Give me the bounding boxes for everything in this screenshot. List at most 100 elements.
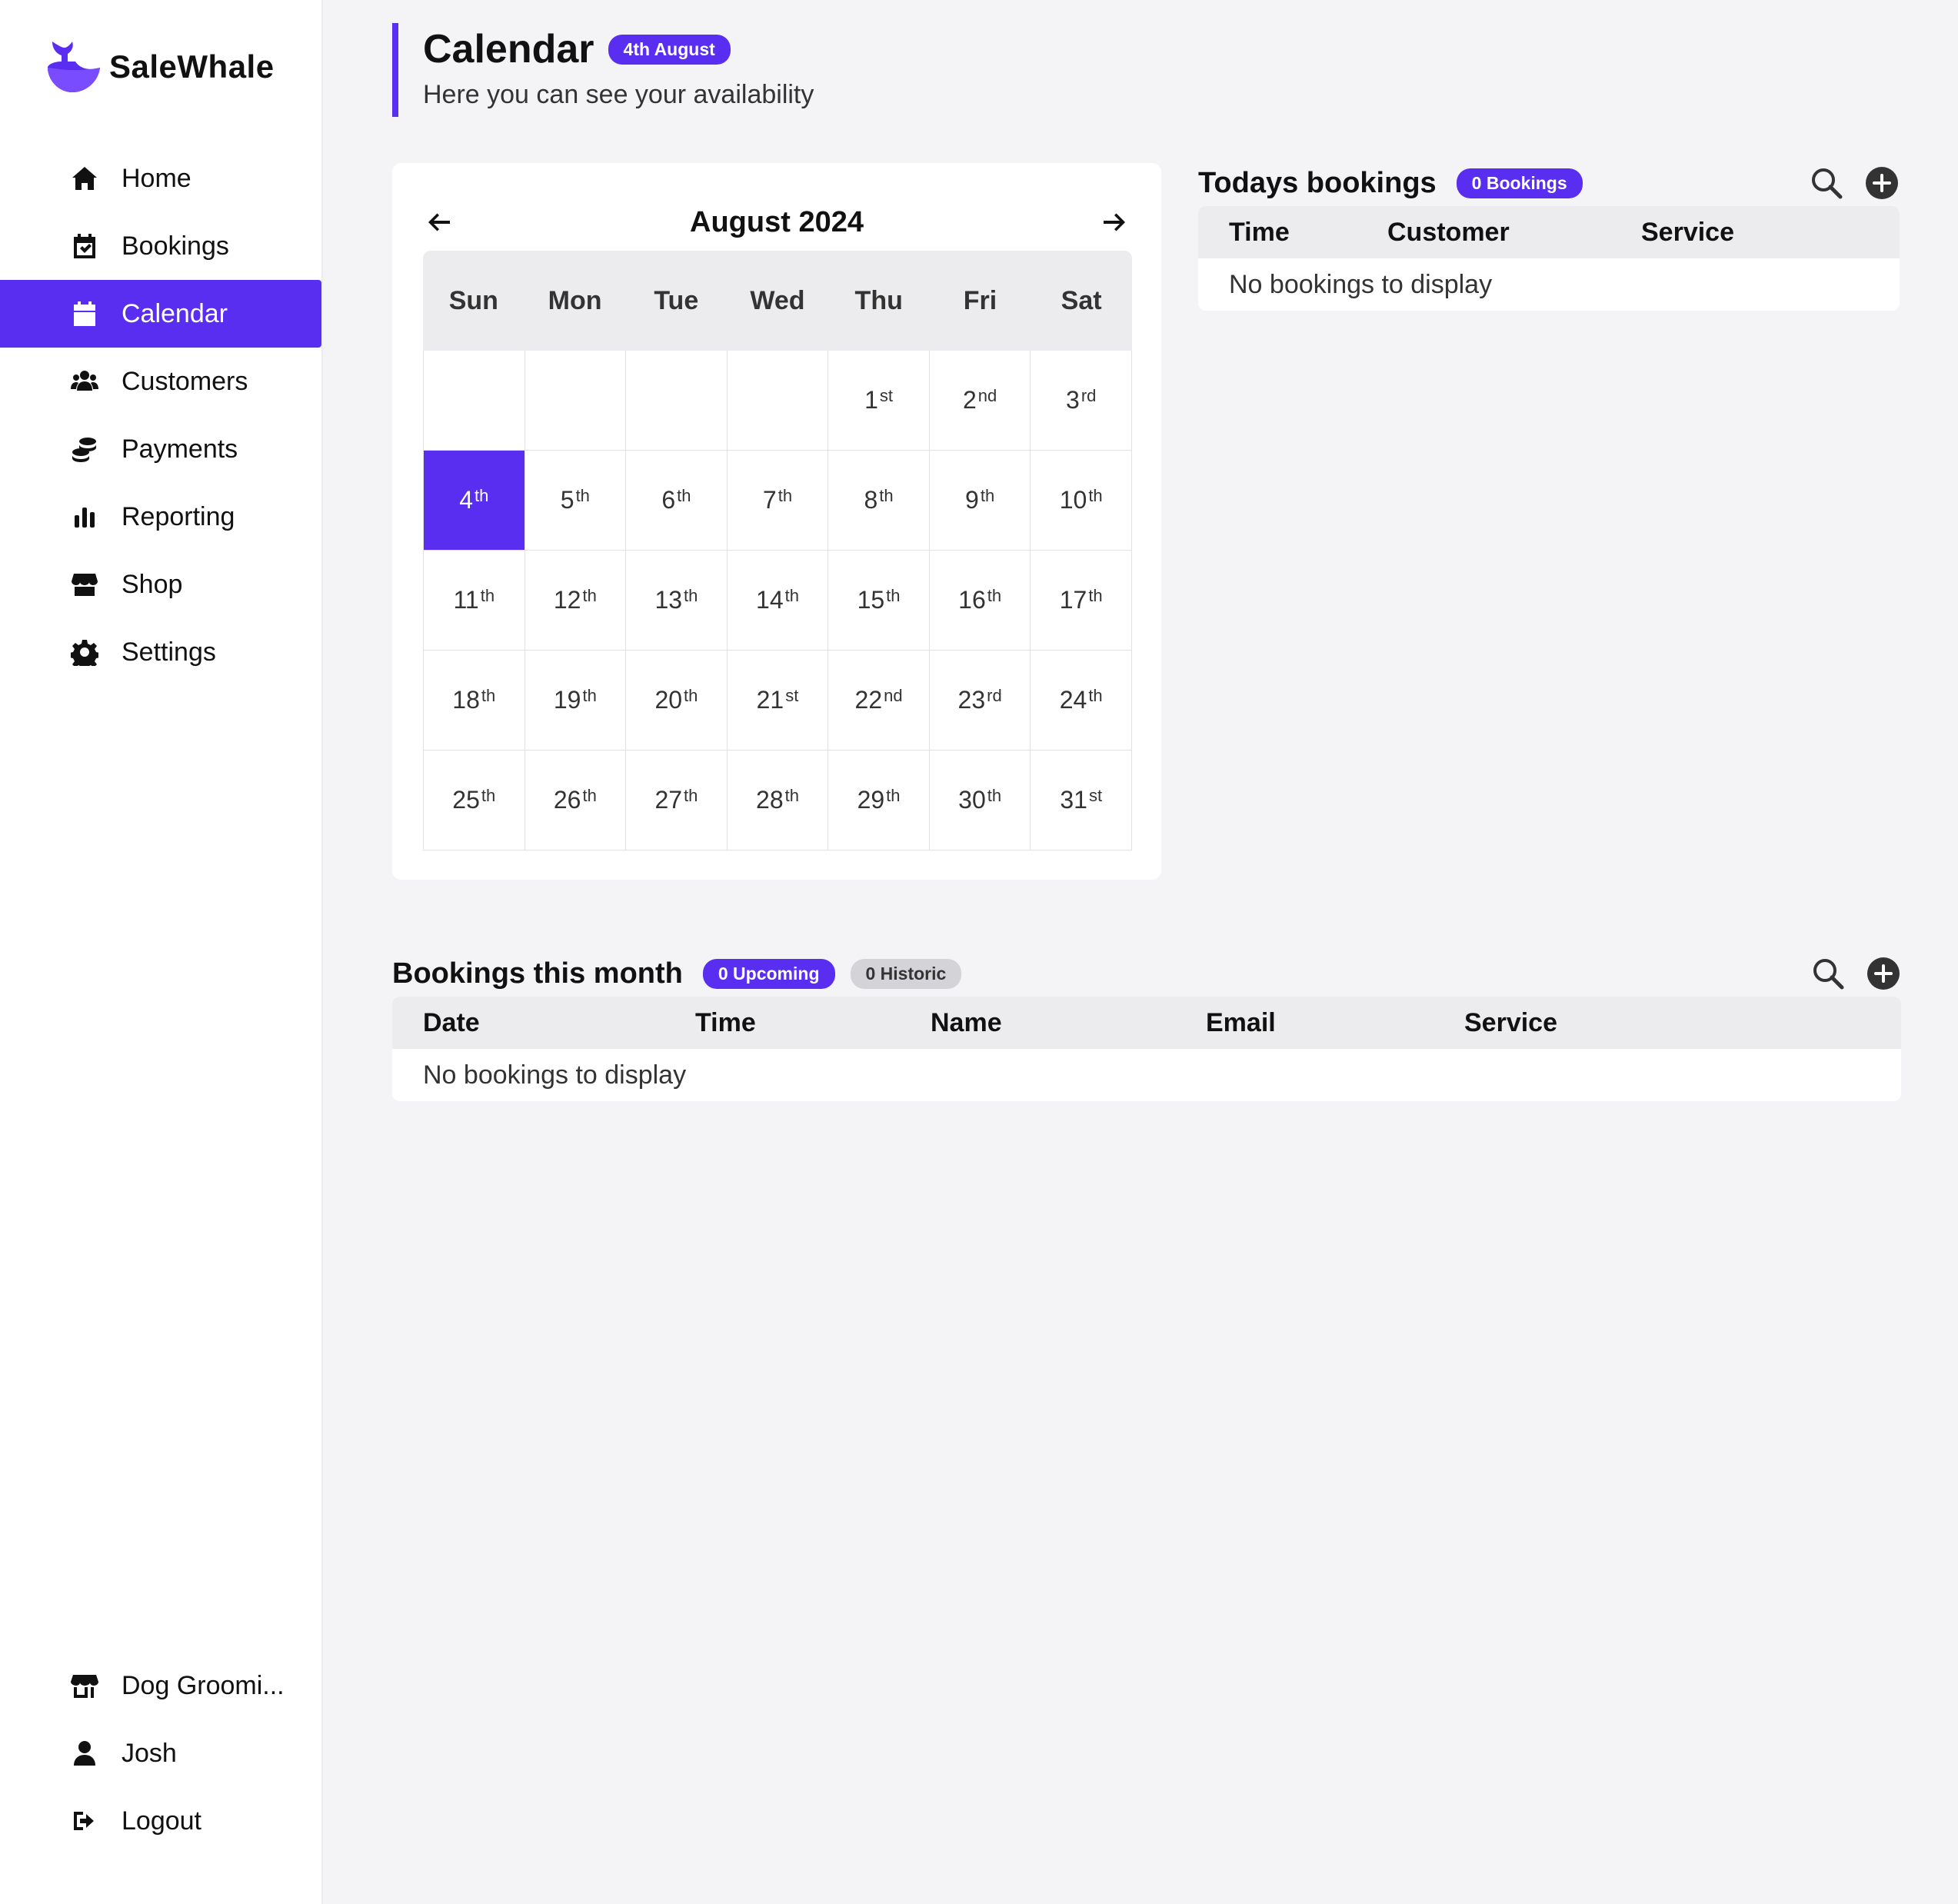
calendar-day[interactable]: 28th [727, 751, 829, 850]
calendar-day[interactable]: 30th [929, 751, 1031, 850]
calendar-day[interactable]: 5th [524, 451, 627, 551]
day-number: 12 [553, 586, 581, 614]
search-button[interactable] [1810, 956, 1846, 991]
search-button[interactable] [1809, 165, 1844, 201]
sidebar-item-shop[interactable]: Shop [0, 551, 321, 618]
day-number: 27 [654, 786, 683, 814]
column-header[interactable]: Customer [1387, 206, 1510, 258]
sidebar-item-label: Shop [122, 569, 183, 599]
bookings-count-badge: 0 Bookings [1456, 168, 1583, 198]
historic-badge[interactable]: 0 Historic [850, 958, 962, 989]
sidebar-item-bookings[interactable]: Bookings [0, 212, 321, 280]
upcoming-badge[interactable]: 0 Upcoming [702, 958, 835, 989]
sidebar-item-logout[interactable]: Logout [0, 1787, 321, 1855]
brand[interactable]: SaleWhale [45, 38, 275, 95]
calendar-day[interactable]: 19th [524, 651, 627, 751]
section-actions [1809, 165, 1900, 201]
calendar-day[interactable]: 16th [929, 551, 1031, 651]
section-title: Todays bookings [1198, 166, 1437, 199]
calendar-day[interactable]: 17th [1031, 551, 1132, 651]
day-suffix: th [784, 585, 799, 605]
sidebar-item-label: Bookings [122, 231, 229, 261]
sidebar-item-settings[interactable]: Settings [0, 618, 321, 686]
day-suffix: th [481, 785, 496, 805]
calendar-day[interactable]: 9th [929, 451, 1031, 551]
sidebar-item-label: Customers [122, 366, 248, 396]
calendar-day[interactable]: 6th [626, 451, 728, 551]
day-suffix: th [886, 585, 901, 605]
day-number: 11 [453, 586, 479, 614]
calendar-day[interactable]: 26th [524, 751, 627, 850]
calendar-day[interactable]: 27th [626, 751, 728, 850]
calendar-day[interactable]: 10th [1031, 451, 1132, 551]
day-number: 3 [1066, 386, 1080, 414]
column-header[interactable]: Service [1464, 997, 1557, 1049]
day-suffix: th [1088, 485, 1103, 505]
column-header[interactable]: Service [1641, 206, 1734, 258]
calendar-day[interactable]: 14th [727, 551, 829, 651]
calendar-icon [69, 298, 100, 329]
column-header[interactable]: Name [931, 997, 1002, 1049]
day-number: 13 [654, 586, 683, 614]
users-icon [69, 366, 100, 397]
calendar-day[interactable]: 11th [424, 551, 525, 651]
calendar-day[interactable]: 21st [727, 651, 829, 751]
add-booking-button[interactable] [1866, 956, 1901, 991]
brand-name: SaleWhale [109, 48, 275, 85]
monthly-bookings-table: Date Time Name Email Service No bookings… [392, 997, 1901, 1101]
sidebar-item-reporting[interactable]: Reporting [0, 483, 321, 551]
calendar-day[interactable]: 7th [727, 451, 829, 551]
calendar-day[interactable]: 24th [1031, 651, 1132, 751]
day-suffix: st [1088, 785, 1103, 805]
calendar-day[interactable]: 22nd [828, 651, 930, 751]
next-month-button[interactable] [1097, 205, 1131, 239]
calendar-day[interactable]: 23rd [929, 651, 1031, 751]
column-header[interactable]: Date [423, 997, 480, 1049]
calendar-day[interactable]: 20th [626, 651, 728, 751]
calendar-day[interactable]: 4th [424, 451, 525, 551]
calendar-day[interactable]: 8th [828, 451, 930, 551]
day-number: 26 [553, 786, 581, 814]
weekday-label: Wed [750, 285, 805, 315]
day-suffix: th [582, 685, 597, 705]
calendar-day[interactable]: 12th [524, 551, 627, 651]
calendar-day[interactable]: 25th [424, 751, 525, 850]
sidebar-item-label: Reporting [122, 501, 235, 531]
column-header[interactable]: Time [695, 997, 756, 1049]
month-label: August 2024 [690, 205, 864, 238]
column-header[interactable]: Email [1206, 997, 1276, 1049]
search-icon [1812, 168, 1843, 199]
calendar-day[interactable]: 31st [1031, 751, 1132, 850]
weekday-label: Fri [963, 285, 997, 315]
sidebar-item-label: Payments [122, 434, 238, 464]
sidebar-item-business[interactable]: Dog Groomi... [0, 1652, 321, 1719]
calendar-day[interactable]: 3rd [1031, 351, 1132, 451]
day-suffix: nd [977, 385, 997, 405]
day-suffix: th [1088, 685, 1103, 705]
add-booking-button[interactable] [1864, 165, 1900, 201]
sidebar-item-calendar[interactable]: Calendar [0, 280, 321, 348]
prev-month-button[interactable] [423, 205, 457, 239]
weekday-label: Mon [548, 285, 602, 315]
day-number: 7 [762, 486, 777, 514]
calendar-day[interactable]: 13th [626, 551, 728, 651]
day-suffix: th [575, 485, 590, 505]
arrow-left-icon [428, 213, 450, 231]
section-title: Bookings this month [392, 957, 683, 990]
day-number: 9 [965, 486, 979, 514]
calendar-day[interactable]: 1st [828, 351, 930, 451]
column-header[interactable]: Time [1229, 206, 1290, 258]
calendar-day[interactable]: 15th [828, 551, 930, 651]
sidebar-item-customers[interactable]: Customers [0, 348, 321, 415]
calendar-day[interactable]: 2nd [929, 351, 1031, 451]
calendar-day[interactable]: 18th [424, 651, 525, 751]
day-suffix: th [480, 585, 495, 605]
day-number: 18 [452, 686, 480, 714]
sidebar-item-payments[interactable]: Payments [0, 415, 321, 483]
sidebar-item-user[interactable]: Josh [0, 1719, 321, 1787]
calendar-day[interactable]: 29th [828, 751, 930, 850]
day-number: 21 [756, 686, 784, 714]
weekday-label: Sat [1061, 285, 1102, 315]
day-suffix: th [879, 485, 894, 505]
sidebar-item-home[interactable]: Home [0, 145, 321, 212]
